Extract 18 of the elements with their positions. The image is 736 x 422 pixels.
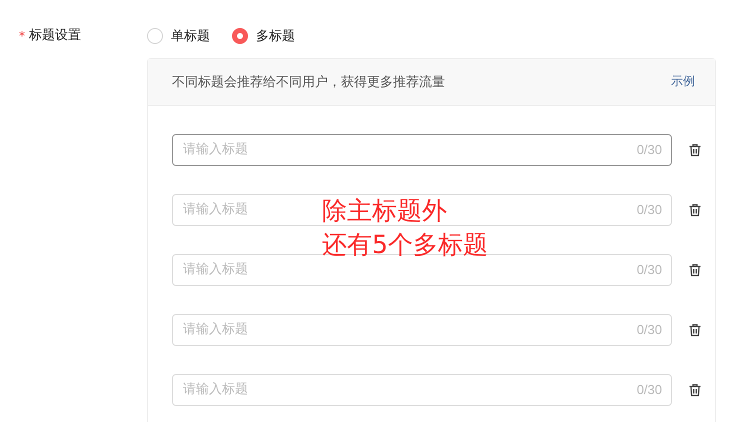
trash-icon[interactable] [688,202,702,217]
char-counter: 0/30 [636,202,662,218]
trash-icon[interactable] [688,382,702,397]
radio-label[interactable]: 单标题 [171,26,210,45]
radio-label[interactable]: 多标题 [256,26,295,45]
tip-text: 不同标题会推荐给不同用户，获得更多推荐流量 [172,74,445,91]
char-counter: 0/30 [636,142,662,158]
char-counter: 0/30 [636,262,662,278]
trash-icon[interactable] [688,322,702,337]
char-counter: 0/30 [636,382,662,398]
required-mark: * [19,28,25,45]
annotation-text: 除主标题外 [322,195,448,227]
example-link[interactable]: 示例 [671,73,695,90]
char-counter: 0/30 [636,322,662,338]
field-label: 标题设置 [29,27,81,45]
trash-icon[interactable] [688,262,702,277]
radio-button[interactable] [232,28,248,44]
trash-icon[interactable] [688,142,702,157]
